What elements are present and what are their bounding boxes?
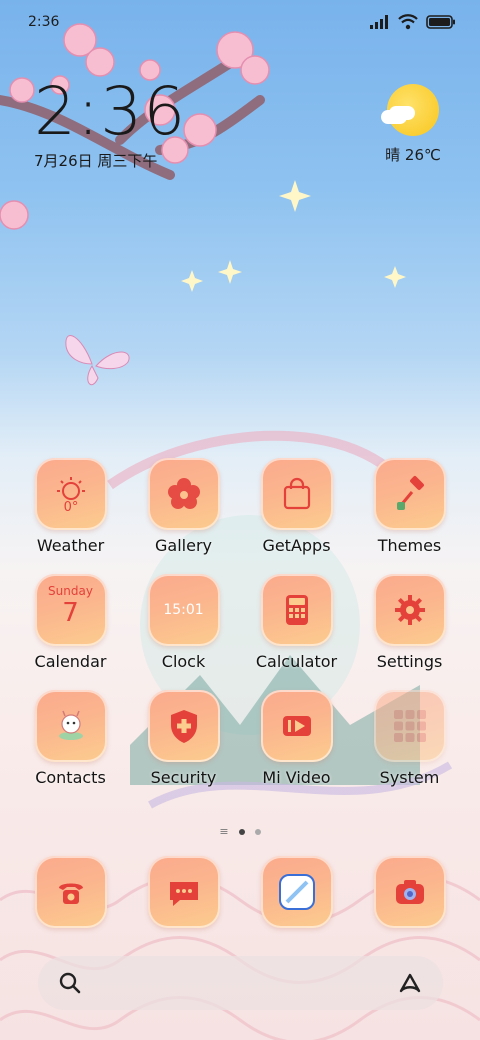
phone-icon (34, 856, 107, 928)
calculator-icon (260, 574, 333, 646)
app-label: Themes (377, 536, 442, 555)
app-label: Gallery (155, 536, 212, 555)
app-clock[interactable]: 15:01 Clock (127, 574, 240, 671)
app-themes[interactable]: Themes (353, 458, 466, 555)
app-contacts[interactable]: Contacts (14, 690, 127, 787)
app-label: Settings (376, 652, 443, 671)
shield-icon (147, 690, 220, 762)
page-indicator[interactable]: ≡ (0, 825, 480, 838)
browser-icon (260, 856, 333, 928)
clock-widget-date: 7月26日 周三下午 (34, 152, 158, 170)
search-icon[interactable] (58, 971, 82, 995)
app-settings[interactable]: Settings (353, 574, 466, 671)
sun-icon: 0° (34, 458, 107, 530)
calendar-icon: Sunday 7 (34, 574, 107, 646)
weather-icon-temp: 0° (63, 500, 78, 514)
page-dot-active (238, 829, 245, 835)
app-label: Clock (161, 652, 206, 671)
clock-icon-time: 15:01 (163, 602, 204, 618)
paint-roller-icon (373, 458, 446, 530)
assistant-icon[interactable] (397, 971, 423, 995)
dock-messages[interactable] (127, 856, 240, 928)
app-label: System (379, 768, 440, 787)
play-icon (260, 690, 333, 762)
clock-widget-time: 2:36 (34, 73, 187, 150)
app-gallery[interactable]: Gallery (127, 458, 240, 555)
app-getapps[interactable]: GetApps (240, 458, 353, 555)
app-label: Mi Video (262, 768, 331, 787)
clock-widget[interactable]: 2:36 7月26日 周三下午 (34, 78, 186, 171)
app-grid: 0° Weather Gallery GetApps Themes Sunday… (14, 458, 466, 787)
contacts-dragon-icon (34, 690, 107, 762)
app-mi-video[interactable]: Mi Video (240, 690, 353, 787)
sunny-weather-icon (381, 84, 439, 136)
app-calculator[interactable]: Calculator (240, 574, 353, 671)
calendar-icon-day: Sunday (48, 584, 93, 598)
app-system-folder[interactable]: System (353, 690, 466, 787)
message-icon (147, 856, 220, 928)
gear-icon (373, 574, 446, 646)
folder-grid-icon (373, 690, 446, 762)
flower-icon (147, 458, 220, 530)
app-security[interactable]: Security (127, 690, 240, 787)
shopping-bag-icon (260, 458, 333, 530)
weather-widget[interactable]: 晴 26℃ (380, 84, 446, 165)
app-label: Weather (36, 536, 105, 555)
sparkle-decor (181, 180, 406, 292)
app-label: GetApps (262, 536, 331, 555)
app-calendar[interactable]: Sunday 7 Calendar (14, 574, 127, 671)
signal-icon (370, 15, 388, 29)
status-icons (370, 14, 456, 30)
app-weather[interactable]: 0° Weather (14, 458, 127, 555)
camera-icon (373, 856, 446, 928)
dock-camera[interactable] (353, 856, 466, 928)
battery-icon (426, 15, 455, 29)
page-dot (254, 829, 261, 835)
dock-browser[interactable] (240, 856, 353, 928)
search-bar[interactable] (38, 956, 443, 1010)
dock (14, 856, 466, 928)
status-time: 2:36 (28, 14, 60, 30)
butterfly-decor (65, 335, 130, 386)
status-bar: 2:36 (0, 0, 480, 44)
weather-widget-text: 晴 26℃ (385, 146, 441, 164)
calendar-icon-date: 7 (62, 598, 79, 628)
wifi-icon (398, 14, 418, 30)
app-label: Security (150, 768, 217, 787)
app-label: Contacts (35, 768, 106, 787)
app-label: Calendar (34, 652, 107, 671)
dock-phone[interactable] (14, 856, 127, 928)
app-label: Calculator (255, 652, 338, 671)
clock-icon: 15:01 (147, 574, 220, 646)
page-list-icon: ≡ (219, 825, 229, 838)
